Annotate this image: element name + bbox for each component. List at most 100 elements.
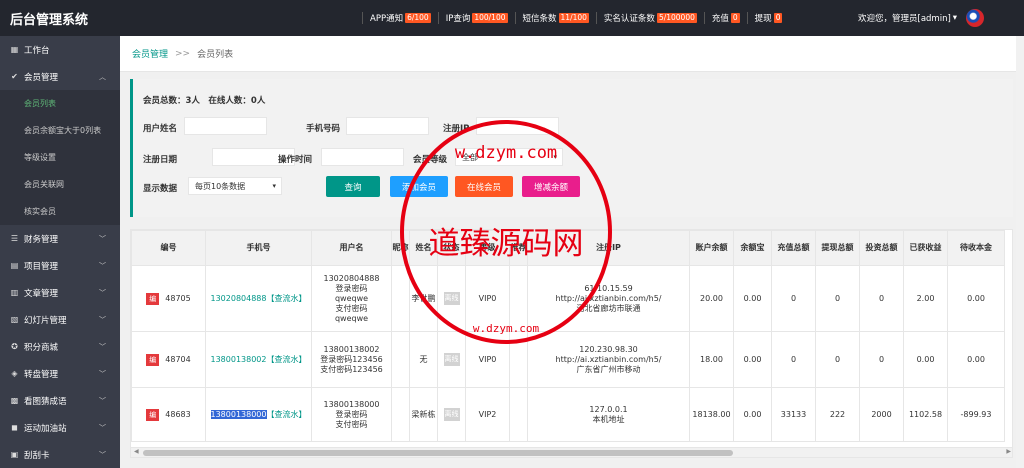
top-item-label: 实名认证条数: [603, 14, 655, 24]
sidebar-item-6[interactable]: ✪ 积分商城 ﹀: [0, 333, 120, 360]
phone-link[interactable]: 13800138002: [211, 355, 267, 364]
sidebar-item-9[interactable]: ◼ 运动加油站 ﹀: [0, 414, 120, 441]
invest-total: 0: [859, 265, 904, 332]
edit-tag-button[interactable]: 编: [146, 292, 160, 305]
top-item-badge: 6/100: [405, 13, 431, 23]
sidebar-item-8[interactable]: ▩ 看图猜成语 ﹀: [0, 387, 120, 414]
name-label: 用户姓名: [143, 124, 178, 134]
balance: 18138.00: [689, 387, 734, 442]
view-flow-link[interactable]: 【查流水】: [267, 410, 307, 419]
user-detail-line: 登录密码: [335, 283, 368, 293]
reg-ip-location: 河北省廊坊市联通: [576, 303, 641, 313]
username: 13800138000: [323, 399, 380, 409]
balance: 20.00: [689, 265, 734, 332]
top-item-badge: 100/100: [472, 13, 508, 23]
edit-tag-button[interactable]: 编: [146, 353, 160, 366]
reg-ip-url: http://ai.xztianbin.com/h5/: [555, 354, 662, 364]
pending-principal: -899.93: [947, 387, 1005, 442]
column-header: 昵称: [391, 230, 410, 266]
chevron-down-icon: ﹀: [99, 397, 106, 405]
member-id: 48704: [165, 354, 191, 364]
op-time-input[interactable]: [321, 148, 404, 166]
user-detail-line: 支付密码: [335, 419, 368, 429]
top-item-2[interactable]: 短信条数 11/100: [514, 12, 596, 24]
top-item-1[interactable]: IP查询 100/100: [437, 12, 515, 24]
phone-link[interactable]: 13020804888: [211, 294, 267, 303]
add-member-button[interactable]: 添加会员: [390, 176, 448, 197]
username: 13800138002: [323, 344, 380, 354]
vertical-scrollbar[interactable]: [1016, 36, 1024, 468]
main-content: 会员管理 >> 会员列表 会员总数：3人 在线人数：0人 用户姓名 手机号码 注…: [120, 36, 1024, 468]
chevron-down-icon: ﹀: [99, 316, 106, 324]
sidebar-item-10[interactable]: ▣ 刮刮卡 ﹀: [0, 441, 120, 468]
sport-icon: ◼: [11, 423, 18, 432]
table-header-row: 编号 手机号 用户名 昵称 姓名 状态 等级 推荐 注册IP 账户余额 余额宝 充值总额 提现总额 投资总…: [131, 230, 1005, 266]
real-name: 无: [409, 331, 438, 388]
sidebar-subitem-verify-member[interactable]: 核实会员: [0, 198, 120, 225]
column-header: 账户余额: [689, 230, 734, 266]
adjust-balance-button[interactable]: 增减余额: [522, 176, 580, 197]
avatar[interactable]: [966, 9, 984, 27]
table-row: 编 48704 13800138002【查流水】 13800138002 登录密码123…: [131, 331, 1005, 388]
withdraw-total: 0: [815, 265, 860, 332]
sidebar-item-2[interactable]: ☰ 财务管理 ﹀: [0, 225, 120, 252]
dashboard-icon: ▦: [10, 45, 19, 54]
chevron-down-icon: ﹀: [99, 262, 106, 270]
name-input[interactable]: [184, 117, 267, 135]
breadcrumb: 会员管理 >> 会员列表: [120, 36, 1024, 72]
top-item-4[interactable]: 充值 0: [703, 12, 747, 24]
view-flow-link[interactable]: 【查流水】: [267, 294, 307, 303]
sidebar-item-7[interactable]: ◈ 转盘管理 ﹀: [0, 360, 120, 387]
top-item-label: 提现: [754, 14, 772, 24]
reg-date-label: 注册日期: [143, 155, 178, 165]
user-detail-line: 支付密码123456: [320, 364, 383, 374]
member-level: VIP0: [465, 265, 510, 332]
scratch-card-icon: ▣: [10, 450, 19, 459]
scrollbar-thumb[interactable]: [143, 450, 733, 456]
user-detail-line: qweqwe: [334, 313, 369, 323]
nickname-cell: [391, 265, 410, 332]
invest-total: 0: [859, 331, 904, 388]
edit-tag-button[interactable]: 编: [146, 408, 160, 421]
welcome-text: 欢迎您，管理员[admin]: [858, 14, 951, 24]
horizontal-scrollbar[interactable]: ◀ ▶: [131, 447, 1012, 457]
sidebar-subitem-yeb-list[interactable]: 会员余额宝大于0列表: [0, 117, 120, 144]
breadcrumb-parent[interactable]: 会员管理: [132, 47, 168, 60]
sidebar-subitem-member-network[interactable]: 会员关联网: [0, 171, 120, 198]
column-header: 状态: [437, 230, 466, 266]
sidebar-item-members[interactable]: ✔ 会员管理 ︿: [0, 63, 120, 90]
column-header: 等级: [465, 230, 510, 266]
chevron-down-icon: ﹀: [99, 235, 106, 243]
sidebar-item-workbench[interactable]: ▦ 工作台: [0, 36, 120, 63]
scroll-left-icon[interactable]: ◀: [134, 448, 139, 455]
top-item-0[interactable]: APP通知 6/100: [362, 12, 438, 24]
app-title: 后台管理系统: [10, 12, 89, 28]
column-header: 推荐: [509, 230, 528, 266]
referrer-cell: [509, 387, 528, 442]
user-detail-line: 登录密码: [335, 409, 368, 419]
level-select[interactable]: 全部 ▾: [455, 148, 563, 166]
user-menu[interactable]: 欢迎您，管理员[admin] ▾: [858, 0, 957, 36]
top-item-5[interactable]: 提现 0: [746, 12, 790, 24]
ip-input[interactable]: [476, 117, 559, 135]
view-flow-link[interactable]: 【查流水】: [267, 355, 307, 364]
phone-link[interactable]: 13800138000: [210, 409, 267, 419]
sidebar-item-3[interactable]: ▤ 项目管理 ﹀: [0, 252, 120, 279]
column-header: 手机号: [205, 230, 312, 266]
sidebar-subitem-level-settings[interactable]: 等级设置: [0, 144, 120, 171]
column-header: 余额宝: [733, 230, 772, 266]
member-level: VIP0: [465, 331, 510, 388]
user-detail-line: 支付密码: [335, 303, 368, 313]
scroll-right-icon[interactable]: ▶: [1006, 448, 1011, 455]
op-time-label: 操作时间: [278, 155, 313, 165]
page-size-select[interactable]: 每页10条数据 ▾: [188, 177, 282, 195]
search-button[interactable]: 查询: [326, 176, 380, 197]
sidebar-item-5[interactable]: ▧ 幻灯片管理 ﹀: [0, 306, 120, 333]
sidebar-subitem-member-list[interactable]: 会员列表: [0, 90, 120, 117]
sidebar-item-4[interactable]: ▥ 文章管理 ﹀: [0, 279, 120, 306]
chevron-down-icon: ﹀: [99, 289, 106, 297]
online-members-button[interactable]: 在线会员: [455, 176, 513, 197]
top-item-3[interactable]: 实名认证条数 5/100000: [595, 12, 704, 24]
phone-input[interactable]: [346, 117, 429, 135]
nickname-cell: [391, 387, 410, 442]
